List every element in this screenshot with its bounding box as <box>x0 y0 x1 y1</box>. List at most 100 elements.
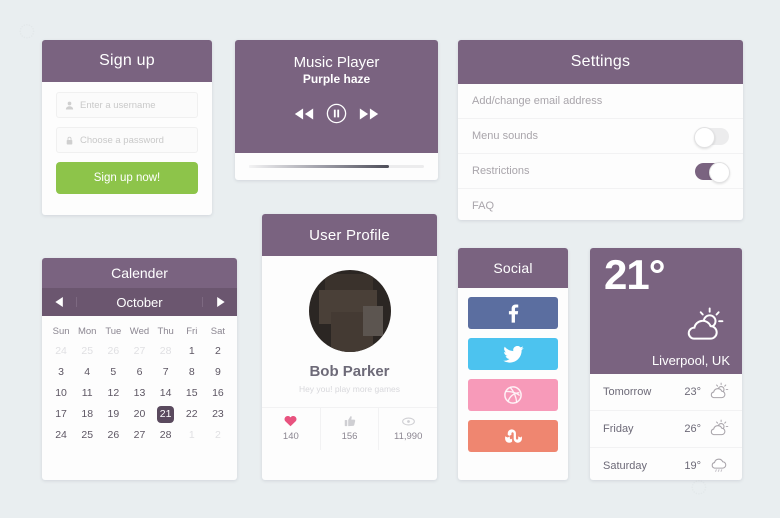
signup-button[interactable]: Sign up now! <box>56 162 198 194</box>
calendar-day[interactable]: 8 <box>179 362 205 383</box>
calendar-day[interactable]: 26 <box>100 341 126 362</box>
calendar-title: Calender <box>42 258 237 288</box>
facebook-button[interactable] <box>468 297 558 329</box>
calendar-day[interactable]: 27 <box>126 341 152 362</box>
toggle-switch[interactable] <box>694 126 729 148</box>
calendar-day[interactable]: 23 <box>205 404 231 425</box>
calendar-day[interactable]: 16 <box>205 383 231 404</box>
calendar-day[interactable]: 28 <box>153 425 179 446</box>
progress-track[interactable] <box>249 165 424 168</box>
calendar-day[interactable]: 27 <box>126 425 152 446</box>
profile-stat-value: 156 <box>341 431 358 442</box>
calendar-weekday: Sun <box>52 326 70 337</box>
calendar-day[interactable]: 24 <box>48 341 74 362</box>
calendar-day[interactable]: 26 <box>100 425 126 446</box>
settings-list: Add/change email address Menu sounds Restr… <box>458 84 743 220</box>
profile-title: User Profile <box>262 214 437 256</box>
twitter-button[interactable] <box>468 338 558 370</box>
calendar-month: October <box>116 294 163 310</box>
forecast-day: Tomorrow <box>603 386 652 398</box>
calendar-day-selected[interactable]: 21 <box>153 404 179 425</box>
calendar-day[interactable]: 13 <box>126 383 152 404</box>
music-progress[interactable] <box>235 153 438 180</box>
music-player-header: Music Player Purple haze <box>235 40 438 153</box>
toggle-knob <box>709 161 730 183</box>
calendar-day[interactable]: 9 <box>205 362 231 383</box>
settings-row[interactable]: Menu sounds <box>458 119 743 154</box>
settings-row-label: FAQ <box>472 200 495 212</box>
settings-row[interactable]: FAQ <box>458 189 743 220</box>
calendar-day[interactable]: 19 <box>100 404 126 425</box>
weather-forecast-row[interactable]: Friday 26° <box>590 411 742 448</box>
weather-forecast-row[interactable]: Tomorrow 23° <box>590 374 742 411</box>
pause-circle-icon[interactable] <box>326 103 347 129</box>
calendar-day[interactable]: 2 <box>205 341 231 362</box>
calendar-day[interactable]: 2 <box>205 425 231 446</box>
dribbble-icon <box>504 386 522 404</box>
fast-forward-icon[interactable] <box>358 107 380 126</box>
stumbleupon-button[interactable] <box>468 420 558 452</box>
calendar-day[interactable]: 18 <box>74 404 100 425</box>
calendar-week-row: 10 11 12 13 14 15 16 <box>48 383 231 404</box>
calendar-weekday: Wed <box>129 326 150 337</box>
forecast-temperature: 23° <box>684 386 701 398</box>
calendar-day[interactable]: 17 <box>48 404 74 425</box>
watermark: ◌ <box>18 14 36 47</box>
calendar-day[interactable]: 6 <box>126 362 152 383</box>
current-temperature: 21° <box>604 251 666 298</box>
calendar-day[interactable]: 7 <box>153 362 179 383</box>
calendar-day[interactable]: 24 <box>48 425 74 446</box>
calendar-week-row: 17 18 19 20 21 22 23 <box>48 404 231 425</box>
calendar-day[interactable]: 20 <box>126 404 152 425</box>
calendar-day[interactable]: 25 <box>74 341 100 362</box>
triangle-left-icon[interactable] <box>42 297 77 307</box>
progress-fill <box>249 165 389 168</box>
profile-stat[interactable]: 11,990 <box>378 408 437 450</box>
calendar-day[interactable]: 4 <box>74 362 100 383</box>
ui-kit-stage: Sign up Enter a username Choose a passwo… <box>0 0 780 518</box>
profile-name: Bob Parker <box>309 363 390 380</box>
sun-behind-cloud-icon <box>708 382 729 402</box>
weather-location: Liverpool, UK <box>651 353 730 368</box>
thumbs-up-icon <box>321 414 379 428</box>
calendar-day[interactable]: 1 <box>179 425 205 446</box>
triangle-right-icon[interactable] <box>202 297 237 307</box>
dribbble-button[interactable] <box>468 379 558 411</box>
social-card: Social <box>458 248 568 480</box>
calendar-day[interactable]: 22 <box>179 404 205 425</box>
settings-row-label: Add/change email address <box>472 95 603 107</box>
calendar-day[interactable]: 3 <box>48 362 74 383</box>
signup-title: Sign up <box>42 40 212 82</box>
settings-row-label: Menu sounds <box>472 130 539 142</box>
settings-row[interactable]: Restrictions <box>458 154 743 189</box>
calendar-week-row: 24 25 26 27 28 1 2 <box>48 425 231 446</box>
calendar-day[interactable]: 15 <box>179 383 205 404</box>
calendar-day[interactable]: 28 <box>153 341 179 362</box>
rewind-icon[interactable] <box>293 107 315 126</box>
settings-row[interactable]: Add/change email address <box>458 84 743 119</box>
calendar-day[interactable]: 12 <box>100 383 126 404</box>
calendar-nav: October <box>42 288 237 316</box>
calendar-day[interactable]: 14 <box>153 383 179 404</box>
lock-icon <box>65 136 74 145</box>
forecast-right: 26° <box>684 419 729 439</box>
sun-behind-cloud-icon <box>682 307 726 346</box>
weather-current: 21° Liverpool, UK <box>590 248 742 374</box>
calendar-day[interactable]: 11 <box>74 383 100 404</box>
username-input[interactable]: Enter a username <box>56 92 198 118</box>
calendar-day[interactable]: 10 <box>48 383 74 404</box>
calendar-week-row: 3456789 <box>48 362 231 383</box>
calendar-day[interactable]: 1 <box>179 341 205 362</box>
profile-stat[interactable]: 156 <box>319 408 379 450</box>
password-input[interactable]: Choose a password <box>56 127 198 153</box>
calendar-weekday: Sat <box>210 326 226 337</box>
toggle-switch[interactable] <box>695 161 730 183</box>
calendar-day[interactable]: 25 <box>74 425 100 446</box>
calendar-day[interactable]: 5 <box>100 362 126 383</box>
weather-forecast-row[interactable]: Saturday 19° <box>590 448 742 480</box>
facebook-icon <box>508 303 518 323</box>
profile-stat[interactable]: 140 <box>262 408 320 450</box>
person-icon <box>65 101 74 110</box>
calendar-weekday: Thu <box>157 326 174 337</box>
username-placeholder: Enter a username <box>80 99 156 111</box>
